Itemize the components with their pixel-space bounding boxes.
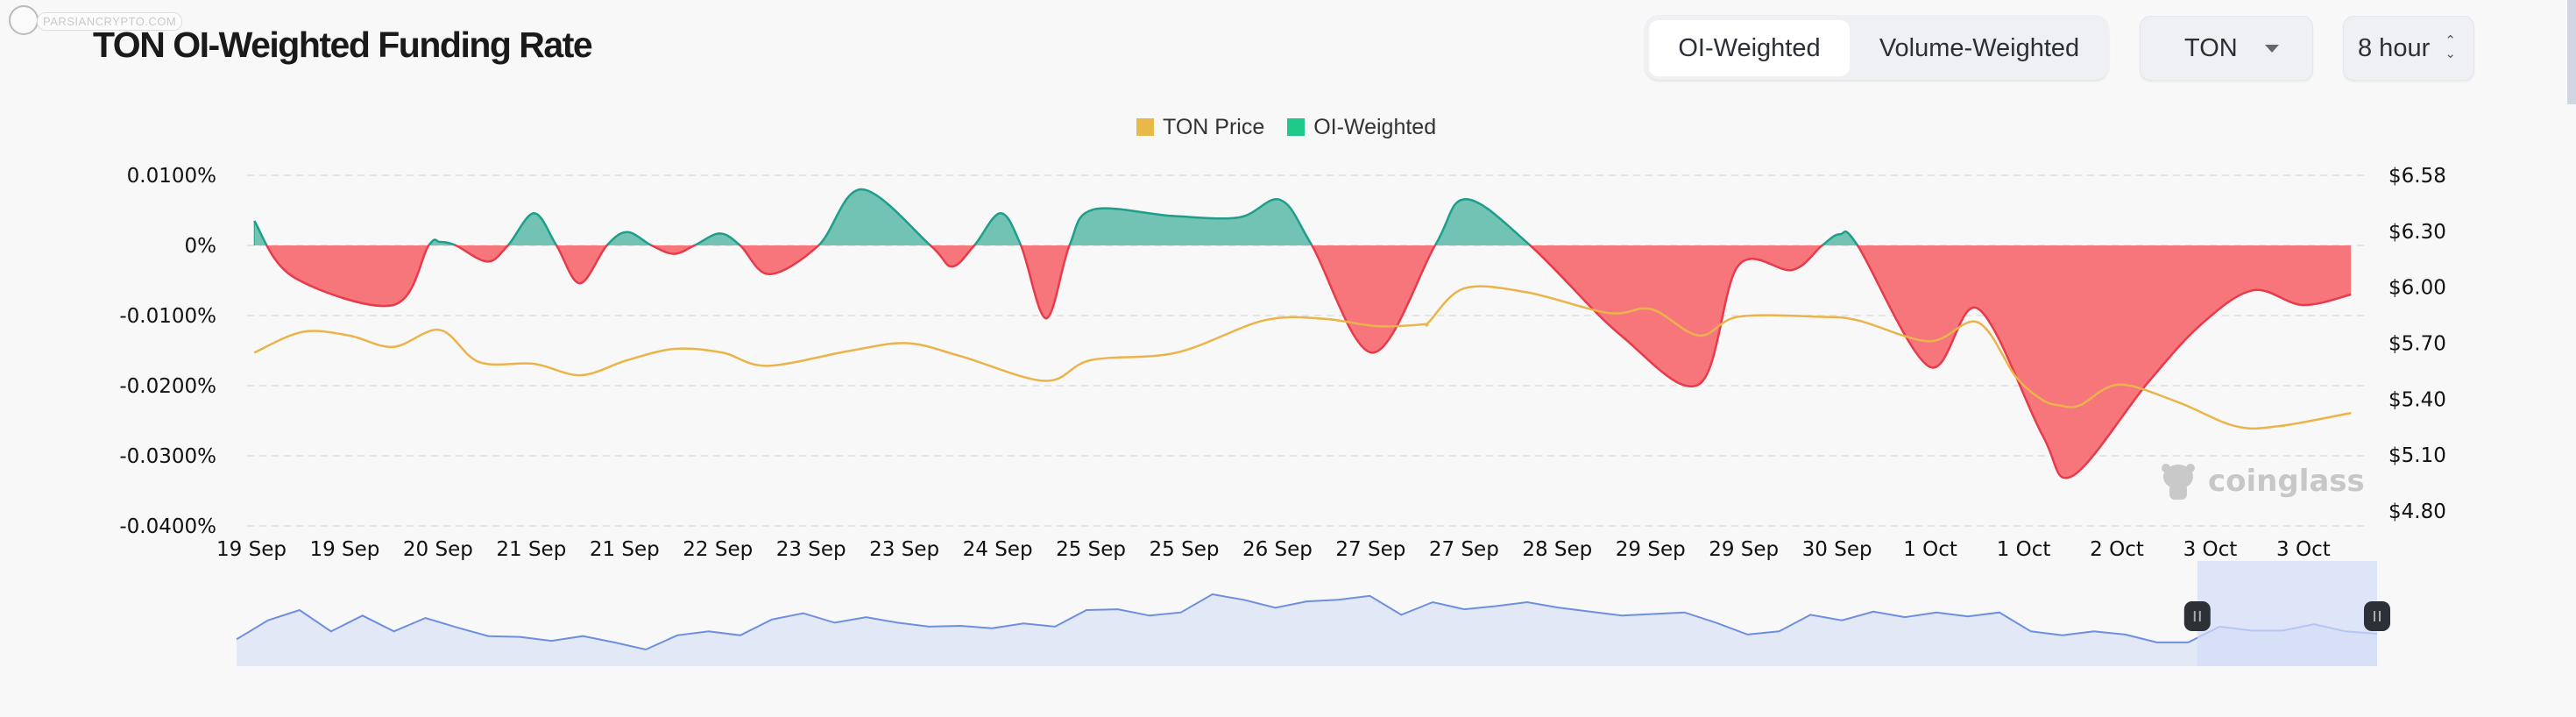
x-tick-label: 1 Oct: [1903, 538, 1957, 561]
y-right-tick-label: $6.30: [2388, 221, 2446, 244]
x-tick-label: 2 Oct: [2090, 538, 2144, 561]
y-left-tick-label: -0.0100%: [119, 305, 216, 328]
x-tick-label: 23 Sep: [776, 538, 846, 561]
y-right-tick-label: $5.70: [2388, 333, 2446, 356]
series-layer: [253, 188, 2352, 479]
y-left-tick-label: 0.0100%: [127, 165, 216, 188]
x-tick-label: 21 Sep: [496, 538, 566, 561]
funding-rate-chart: 0.0100% 0% -0.0100% -0.0200% -0.0300% -0.0400…: [119, 165, 2446, 666]
page-scrollbar-thumb[interactable]: [2567, 0, 2576, 104]
x-axis: 19 Sep 19 Sep 20 Sep 21 Sep 21 Sep 22 Sep 23 S…: [216, 538, 2331, 561]
y-left-tick-label: -0.0300%: [119, 445, 216, 468]
y-left-tick-label: -0.0400%: [119, 515, 216, 538]
y-left-tick-label: -0.0200%: [119, 375, 216, 398]
y-right-tick-label: $6.00: [2388, 277, 2446, 300]
x-tick-label: 25 Sep: [1056, 538, 1126, 561]
x-tick-label: 21 Sep: [590, 538, 660, 561]
x-tick-label: 23 Sep: [869, 538, 939, 561]
x-tick-label: 27 Sep: [1335, 538, 1405, 561]
x-tick-label: 20 Sep: [403, 538, 473, 561]
navigator-left-handle[interactable]: [2183, 601, 2211, 631]
x-tick-label: 22 Sep: [683, 538, 753, 561]
x-tick-label: 25 Sep: [1150, 538, 1220, 561]
x-tick-label: 19 Sep: [309, 538, 379, 561]
navigator-area: [237, 594, 2377, 666]
y-right-tick-label: $5.10: [2388, 444, 2446, 467]
y-left-tick-label: 0%: [185, 235, 217, 258]
coinglass-logo-icon: [2162, 464, 2195, 500]
y-right-tick-label: $4.80: [2388, 500, 2446, 523]
navigator-selection-window[interactable]: [2197, 561, 2377, 666]
coinglass-wordmark: coinglass: [2208, 464, 2365, 499]
y-right-tick-label: $6.58: [2388, 165, 2446, 188]
x-tick-label: 3 Oct: [2276, 538, 2331, 561]
navigator-right-handle[interactable]: [2364, 601, 2390, 631]
y-axis-left: 0.0100% 0% -0.0100% -0.0200% -0.0300% -0.0400…: [119, 165, 216, 538]
coinglass-watermark: coinglass: [2162, 464, 2365, 500]
x-tick-label: 29 Sep: [1709, 538, 1779, 561]
x-tick-label: 24 Sep: [963, 538, 1033, 561]
y-right-tick-label: $5.40: [2388, 388, 2446, 411]
x-tick-label: 3 Oct: [2183, 538, 2238, 561]
y-axis-right: $6.58 $6.30 $6.00 $5.70 $5.40 $5.10 $4.80: [2388, 165, 2446, 523]
x-tick-label: 27 Sep: [1429, 538, 1499, 561]
x-tick-label: 19 Sep: [216, 538, 287, 561]
x-tick-label: 26 Sep: [1242, 538, 1313, 561]
handle-body[interactable]: [2364, 601, 2390, 631]
x-tick-label: 1 Oct: [1997, 538, 2051, 561]
data-zoom-navigator[interactable]: [236, 561, 2390, 666]
handle-body[interactable]: [2183, 601, 2211, 631]
x-tick-label: 30 Sep: [1802, 538, 1872, 561]
x-tick-label: 29 Sep: [1616, 538, 1686, 561]
x-tick-label: 28 Sep: [1522, 538, 1592, 561]
